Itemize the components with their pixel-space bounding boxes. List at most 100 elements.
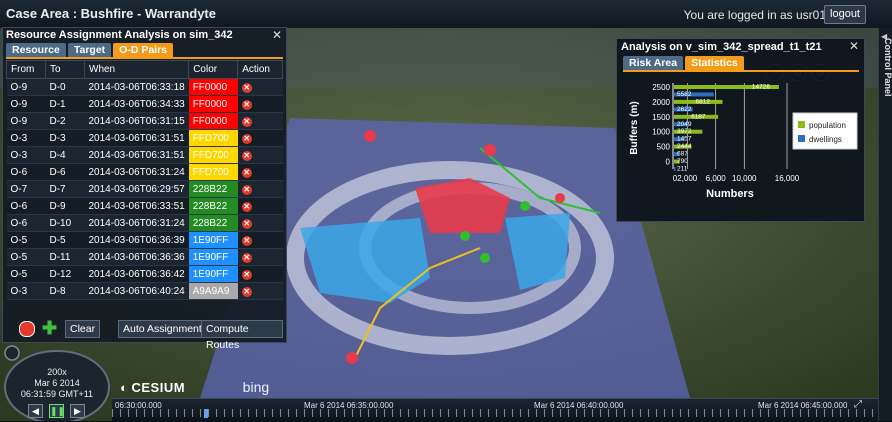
tab-target[interactable]: Target xyxy=(67,43,112,57)
bar-value-label: 790 xyxy=(677,158,688,165)
action-cell: ✕ xyxy=(237,282,283,300)
color-cell: 1E90FF xyxy=(188,265,238,283)
delete-icon[interactable]: ✕ xyxy=(241,150,252,161)
when-cell: 2014-03-06T06:31:24 xyxy=(84,163,189,181)
table-row[interactable]: O-3 D-4 2014-03-06T06:31:51 FFD700 ✕ xyxy=(6,146,283,164)
bar-value-label: 5582 xyxy=(677,91,692,98)
color-cell: FF0000 xyxy=(188,112,238,130)
logo-bar: ◐ CESIUM bing xyxy=(120,379,269,395)
statistics-chart: 250020001500100050000 2,000 6,000 10,000 16,… xyxy=(629,83,858,200)
table-row[interactable]: O-9 D-1 2014-03-06T06:34:33 FF0000 ✕ xyxy=(6,95,283,113)
table-row[interactable]: O-5 D-12 2014-03-06T06:36:42 1E90FF ✕ xyxy=(6,265,283,283)
delete-icon[interactable]: ✕ xyxy=(241,82,252,93)
to-cell: D-1 xyxy=(45,95,85,113)
close-icon[interactable]: ✕ xyxy=(849,39,859,53)
to-cell: D-7 xyxy=(45,180,85,198)
bar-value-label: 2622 xyxy=(677,106,692,113)
top-bar: Case Area : Bushfire - Warrandyte You ar… xyxy=(0,0,892,29)
delete-icon[interactable]: ✕ xyxy=(241,167,252,178)
color-cell: FF0000 xyxy=(188,78,238,96)
logout-button[interactable]: logout xyxy=(824,5,866,24)
tab-risk-area[interactable]: Risk Area xyxy=(623,56,684,70)
to-cell: D-4 xyxy=(45,146,85,164)
color-cell: 1E90FF xyxy=(188,231,238,249)
table-row[interactable]: O-5 D-5 2014-03-06T06:36:39 1E90FF ✕ xyxy=(6,231,283,249)
bar-value-label: 687 xyxy=(677,151,688,158)
column-header[interactable]: To xyxy=(45,60,85,79)
tab-od-pairs[interactable]: O-D Pairs xyxy=(113,43,174,57)
when-cell: 2014-03-06T06:36:42 xyxy=(84,265,189,283)
tab-resource[interactable]: Resource xyxy=(6,43,66,57)
rewind-icon[interactable]: ◀ xyxy=(28,404,43,418)
column-header[interactable]: When xyxy=(83,60,190,79)
column-header[interactable]: From xyxy=(6,60,46,79)
clear-button[interactable]: Clear xyxy=(65,320,101,338)
delete-icon[interactable]: ✕ xyxy=(241,99,252,110)
from-cell: O-6 xyxy=(6,197,46,215)
auto-assignment-button[interactable]: Auto Assignment xyxy=(118,320,207,338)
from-cell: O-6 xyxy=(6,214,46,232)
control-panel-toggle[interactable]: ◀ Control Panel xyxy=(878,28,892,421)
when-cell: 2014-03-06T06:31:51 xyxy=(84,146,189,164)
delete-icon[interactable]: ✕ xyxy=(241,252,252,263)
table-row[interactable]: O-3 D-8 2014-03-06T06:40:24 A9A9A9 ✕ xyxy=(6,282,283,300)
column-header[interactable]: Color xyxy=(188,60,239,79)
action-cell: ✕ xyxy=(237,265,283,283)
from-cell: O-9 xyxy=(6,78,46,96)
color-cell: 228B22 xyxy=(188,214,238,232)
panel-title: Resource Assignment Analysis on sim_342 xyxy=(6,29,233,41)
close-icon[interactable]: ✕ xyxy=(272,28,282,42)
table-row[interactable]: O-5 D-11 2014-03-06T06:36:36 1E90FF ✕ xyxy=(6,248,283,266)
tab-statistics[interactable]: Statistics xyxy=(685,56,744,70)
delete-icon[interactable]: ✕ xyxy=(241,201,252,212)
bar-value-label: 3972 xyxy=(677,128,692,135)
x-tick-label: 16,000 xyxy=(775,174,800,183)
table-row[interactable]: O-6 D-9 2014-03-06T06:33:51 228B22 ✕ xyxy=(6,197,283,215)
table-row[interactable]: O-9 D-0 2014-03-06T06:33:18 FF0000 ✕ xyxy=(6,78,283,96)
bar-value-label: 6812 xyxy=(696,98,711,105)
bar-value-label: 1457 xyxy=(677,136,692,143)
fullscreen-icon[interactable]: ⤢ xyxy=(854,399,862,410)
action-cell: ✕ xyxy=(237,197,283,215)
delete-icon[interactable]: ✕ xyxy=(241,116,252,127)
delete-icon[interactable]: ✕ xyxy=(241,184,252,195)
x-tick-label: 2,000 xyxy=(677,174,698,183)
origin-marker xyxy=(346,352,358,364)
delete-icon[interactable]: ✕ xyxy=(241,133,252,144)
to-cell: D-0 xyxy=(45,78,85,96)
delete-icon[interactable]: ✕ xyxy=(241,218,252,229)
timeline[interactable]: 06:30:00.000 Mar 6 2014 06:35:00.000 Mar… xyxy=(112,398,878,422)
bar-value-label: 211 xyxy=(677,166,688,173)
delete-icon[interactable]: ✕ xyxy=(241,269,252,280)
compute-routes-button[interactable]: Compute Routes xyxy=(201,320,283,351)
to-cell: D-2 xyxy=(45,112,85,130)
add-icon[interactable]: ✚ xyxy=(42,319,57,337)
table-row[interactable]: O-6 D-6 2014-03-06T06:31:24 FFD700 ✕ xyxy=(6,163,283,181)
timeline-scrubber[interactable] xyxy=(204,409,208,418)
delete-icon[interactable]: ✕ xyxy=(241,235,252,246)
od-pairs-table: From To When Color Action O-9 D-0 2014-03-… xyxy=(6,60,283,300)
y-tick-label: 1500 xyxy=(652,113,670,122)
clock-time: 06:31:59 GMT+11 xyxy=(20,389,94,399)
when-cell: 2014-03-06T06:31:51 xyxy=(84,129,189,147)
cesium-logo: CESIUM xyxy=(131,380,186,395)
play-icon[interactable]: ▶ xyxy=(70,404,85,418)
when-cell: 2014-03-06T06:29:57 xyxy=(84,180,189,198)
color-cell: 1E90FF xyxy=(188,248,238,266)
to-cell: D-6 xyxy=(45,163,85,181)
bar-dwellings[interactable] xyxy=(674,167,676,171)
table-row[interactable]: O-7 D-7 2014-03-06T06:29:57 228B22 ✕ xyxy=(6,180,283,198)
table-row[interactable]: O-9 D-2 2014-03-06T06:31:15 FF0000 ✕ xyxy=(6,112,283,130)
pause-icon[interactable]: ❚❚ xyxy=(49,404,65,418)
from-cell: O-3 xyxy=(6,129,46,147)
table-row[interactable]: O-6 D-10 2014-03-06T06:31:24 228B22 ✕ xyxy=(6,214,283,232)
to-cell: D-8 xyxy=(45,282,85,300)
column-header[interactable]: Action xyxy=(237,60,283,79)
to-cell: D-12 xyxy=(45,265,85,283)
table-row[interactable]: O-3 D-3 2014-03-06T06:31:51 FFD700 ✕ xyxy=(6,129,283,147)
action-cell: ✕ xyxy=(237,214,283,232)
when-cell: 2014-03-06T06:34:33 xyxy=(84,95,189,113)
case-title: Case Area : Bushfire - Warrandyte xyxy=(6,6,216,21)
stop-icon[interactable] xyxy=(19,321,35,337)
delete-icon[interactable]: ✕ xyxy=(241,286,252,297)
